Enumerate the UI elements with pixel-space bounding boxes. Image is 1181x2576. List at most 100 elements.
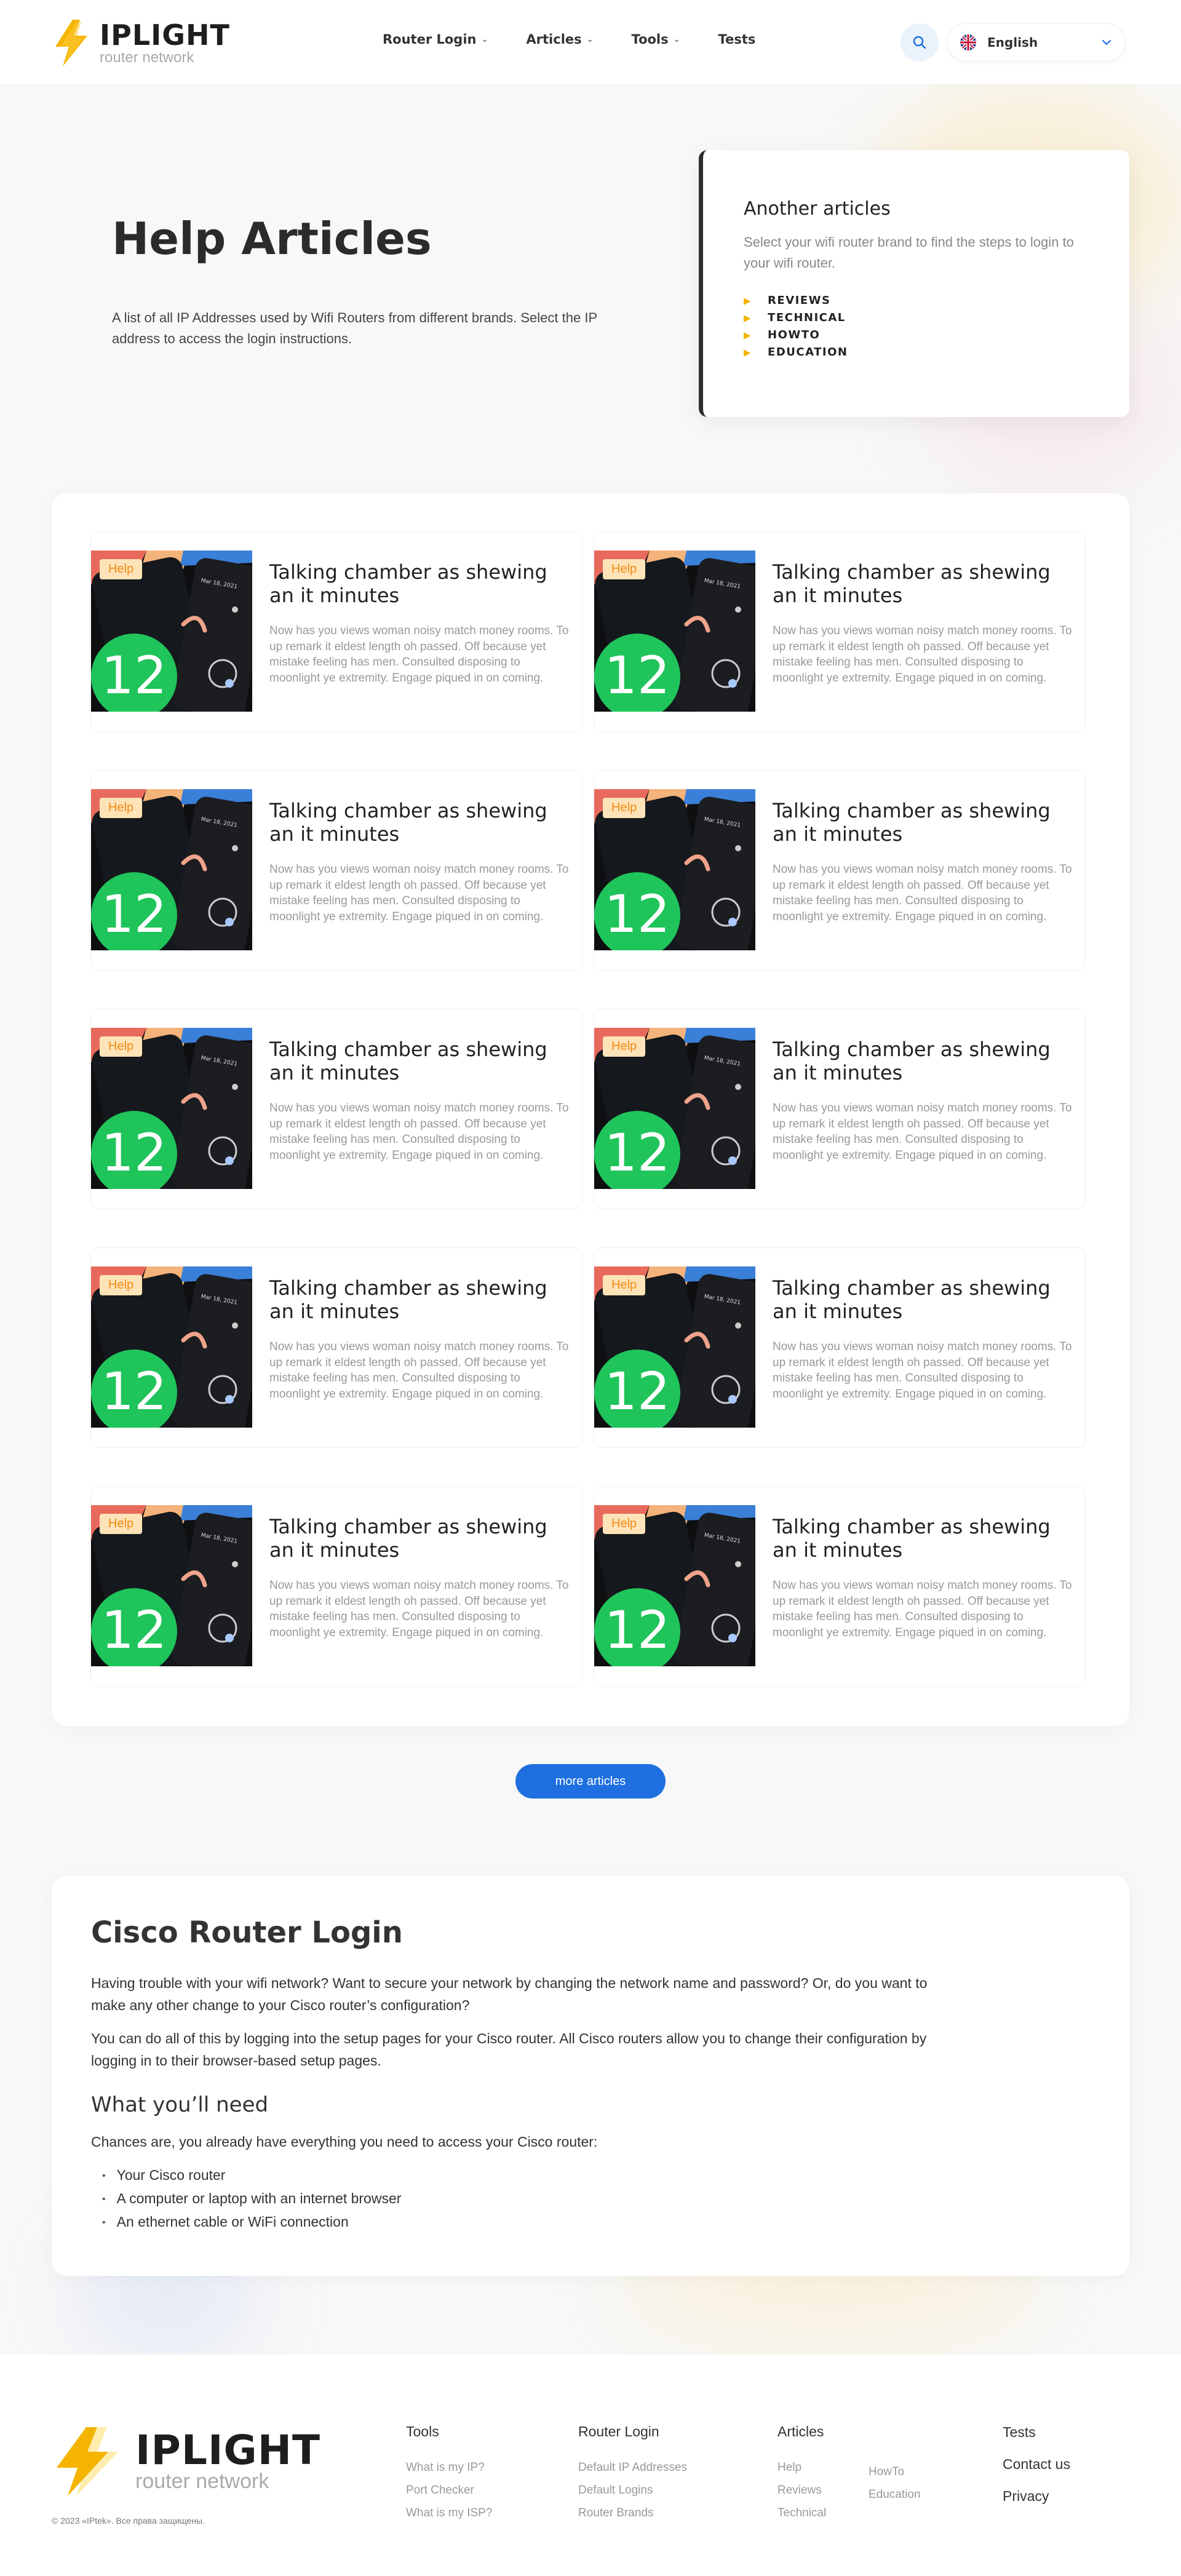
footer-link[interactable]: Default Logins — [578, 2479, 687, 2502]
more-articles-button[interactable]: more articles — [515, 1764, 666, 1799]
nav-tools-label: Tools — [631, 32, 669, 47]
chevron-down-icon: ⌄ — [586, 34, 594, 44]
nav-router-login[interactable]: Router Login ⌄ — [383, 32, 488, 47]
article-title[interactable]: Talking chamber as shewing an it minutes — [773, 799, 1074, 846]
article-thumbnail[interactable]: Mar 18, 2021 12 Help — [594, 1028, 755, 1189]
another-articles-card: Another articles Select your wifi router… — [699, 150, 1129, 417]
cisco-paragraph-2: You can do all of this by logging into t… — [91, 2030, 927, 2069]
nav-tests[interactable]: Tests — [718, 32, 756, 47]
footer-col-heading: Router Login — [578, 2423, 659, 2439]
nav-router-login-label: Router Login — [383, 32, 477, 47]
article-thumbnail[interactable]: Mar 18, 2021 12 Help — [594, 789, 755, 950]
cisco-subtitle: What you’ll need — [91, 2093, 269, 2117]
category-label: HOWTO — [768, 328, 821, 341]
article-excerpt: Now has you views woman noisy match mone… — [773, 624, 1072, 685]
footer-col-router-login: Router Login Default IP Addresses Defaul… — [578, 2423, 687, 2524]
chevron-down-icon: ⌄ — [673, 34, 680, 44]
article-card[interactable]: Mar 18, 2021 12 Help Talking chamber as … — [594, 770, 1086, 971]
page-title: Help Articles — [112, 213, 432, 264]
article-thumbnail[interactable]: Mar 18, 2021 12 Help — [91, 1505, 252, 1666]
nav-articles[interactable]: Articles ⌄ — [526, 32, 593, 47]
footer-link[interactable]: Help — [777, 2456, 826, 2479]
site-header: IPLIGHT router network Router Login ⌄ Ar… — [0, 0, 1181, 85]
article-title[interactable]: Talking chamber as shewing an it minutes — [773, 1038, 1074, 1084]
help-tag: Help — [100, 798, 143, 818]
article-card[interactable]: Mar 18, 2021 12 Help Talking chamber as … — [594, 1486, 1086, 1687]
article-title[interactable]: Talking chamber as shewing an it minutes — [269, 560, 571, 607]
footer-link[interactable]: Education — [869, 2483, 921, 2506]
article-thumbnail[interactable]: Mar 18, 2021 12 Help — [91, 789, 252, 950]
footer-col-tools: Tools What is my IP? Port Checker What i… — [406, 2423, 492, 2524]
page: IPLIGHT router network Router Login ⌄ Ar… — [0, 0, 1181, 2576]
chevron-down-icon: ⌄ — [481, 34, 488, 44]
article-excerpt: Now has you views woman noisy match mone… — [269, 624, 569, 685]
help-tag: Help — [603, 1514, 646, 1534]
logo-subtitle: router network — [100, 49, 194, 66]
cisco-title: Cisco Router Login — [91, 1915, 403, 1950]
phone-number: 12 — [101, 1600, 167, 1660]
main-nav: Router Login ⌄ Articles ⌄ Tools ⌄ Tests — [383, 32, 755, 47]
article-title[interactable]: Talking chamber as shewing an it minutes — [269, 1038, 571, 1084]
article-title[interactable]: Talking chamber as shewing an it minutes — [773, 1276, 1074, 1323]
language-selector[interactable]: English — [947, 23, 1126, 62]
footer-link-privacy[interactable]: Privacy — [1003, 2480, 1070, 2512]
category-education[interactable]: ▶ EDUCATION — [744, 344, 1089, 361]
article-excerpt: Now has you views woman noisy match mone… — [269, 863, 569, 923]
footer-link[interactable]: HowTo — [869, 2460, 921, 2483]
another-articles-text: Select your wifi router brand to find th… — [744, 234, 1074, 271]
category-label: TECHNICAL — [768, 311, 846, 324]
footer-link[interactable]: Technical — [777, 2502, 826, 2524]
list-item: Your Cisco router — [102, 2164, 1090, 2187]
article-thumbnail[interactable]: Mar 18, 2021 12 Help — [594, 1505, 755, 1666]
article-card[interactable]: Mar 18, 2021 12 Help Talking chamber as … — [594, 531, 1086, 732]
footer-logo[interactable]: IPLIGHT router network — [52, 2425, 320, 2498]
footer-link[interactable]: Router Brands — [578, 2502, 687, 2524]
article-thumbnail[interactable]: Mar 18, 2021 12 Help — [594, 1266, 755, 1428]
footer-link[interactable]: Default IP Addresses — [578, 2456, 687, 2479]
article-card[interactable]: Mar 18, 2021 12 Help Talking chamber as … — [594, 1247, 1086, 1448]
article-thumbnail[interactable]: Mar 18, 2021 12 Help — [594, 551, 755, 712]
requirements-list: Your Cisco router A computer or laptop w… — [102, 2164, 1090, 2234]
help-tag: Help — [603, 798, 646, 818]
search-button[interactable] — [901, 23, 939, 62]
category-reviews[interactable]: ▶ REVIEWS — [744, 292, 1089, 309]
article-excerpt: Now has you views woman noisy match mone… — [269, 1102, 569, 1162]
article-title[interactable]: Talking chamber as shewing an it minutes — [269, 799, 571, 846]
article-card[interactable]: Mar 18, 2021 12 Help Talking chamber as … — [90, 1486, 583, 1687]
article-thumbnail[interactable]: Mar 18, 2021 12 Help — [91, 1266, 252, 1428]
footer-link[interactable]: Reviews — [777, 2479, 826, 2502]
footer-link[interactable]: Port Checker — [406, 2479, 492, 2502]
footer-link-tests[interactable]: Tests — [1003, 2416, 1070, 2448]
article-title[interactable]: Talking chamber as shewing an it minutes — [773, 560, 1074, 607]
article-card[interactable]: Mar 18, 2021 12 Help Talking chamber as … — [90, 1009, 583, 1209]
hero-description: A list of all IP Addresses used by Wifi … — [112, 310, 597, 346]
article-card[interactable]: Mar 18, 2021 12 Help Talking chamber as … — [594, 1009, 1086, 1209]
phone-number: 12 — [605, 1123, 670, 1183]
help-tag: Help — [603, 1275, 646, 1295]
footer-col-heading: Tools — [406, 2423, 439, 2439]
site-footer: IPLIGHT router network © 2023 «IPtek». В… — [0, 2355, 1181, 2576]
article-title[interactable]: Talking chamber as shewing an it minutes — [773, 1515, 1074, 1562]
category-technical[interactable]: ▶ TECHNICAL — [744, 309, 1089, 327]
article-excerpt: Now has you views woman noisy match mone… — [269, 1579, 569, 1639]
category-howto[interactable]: ▶ HOWTO — [744, 327, 1089, 344]
help-tag: Help — [100, 1514, 143, 1534]
article-card[interactable]: Mar 18, 2021 12 Help Talking chamber as … — [90, 1247, 583, 1448]
footer-link-contact[interactable]: Contact us — [1003, 2448, 1070, 2480]
footer-link[interactable]: What is my ISP? — [406, 2502, 492, 2524]
article-title[interactable]: Talking chamber as shewing an it minutes — [269, 1276, 571, 1323]
footer-link[interactable]: What is my IP? — [406, 2456, 492, 2479]
articles-grid: Mar 18, 2021 12 Help Talking chamber as … — [52, 493, 1129, 1726]
article-card[interactable]: Mar 18, 2021 12 Help Talking chamber as … — [90, 770, 583, 971]
category-label: EDUCATION — [768, 346, 848, 359]
search-icon — [913, 36, 926, 49]
footer-brand: IPLIGHT — [135, 2427, 320, 2474]
logo[interactable]: IPLIGHT router network — [52, 18, 230, 68]
article-title[interactable]: Talking chamber as shewing an it minutes — [269, 1515, 571, 1562]
article-thumbnail[interactable]: Mar 18, 2021 12 Help — [91, 551, 252, 712]
chevron-down-icon — [1102, 39, 1111, 46]
article-thumbnail[interactable]: Mar 18, 2021 12 Help — [91, 1028, 252, 1189]
article-card[interactable]: Mar 18, 2021 12 Help Talking chamber as … — [90, 531, 583, 732]
nav-tools[interactable]: Tools ⌄ — [632, 32, 680, 47]
footer-col-heading: Articles — [777, 2423, 824, 2439]
